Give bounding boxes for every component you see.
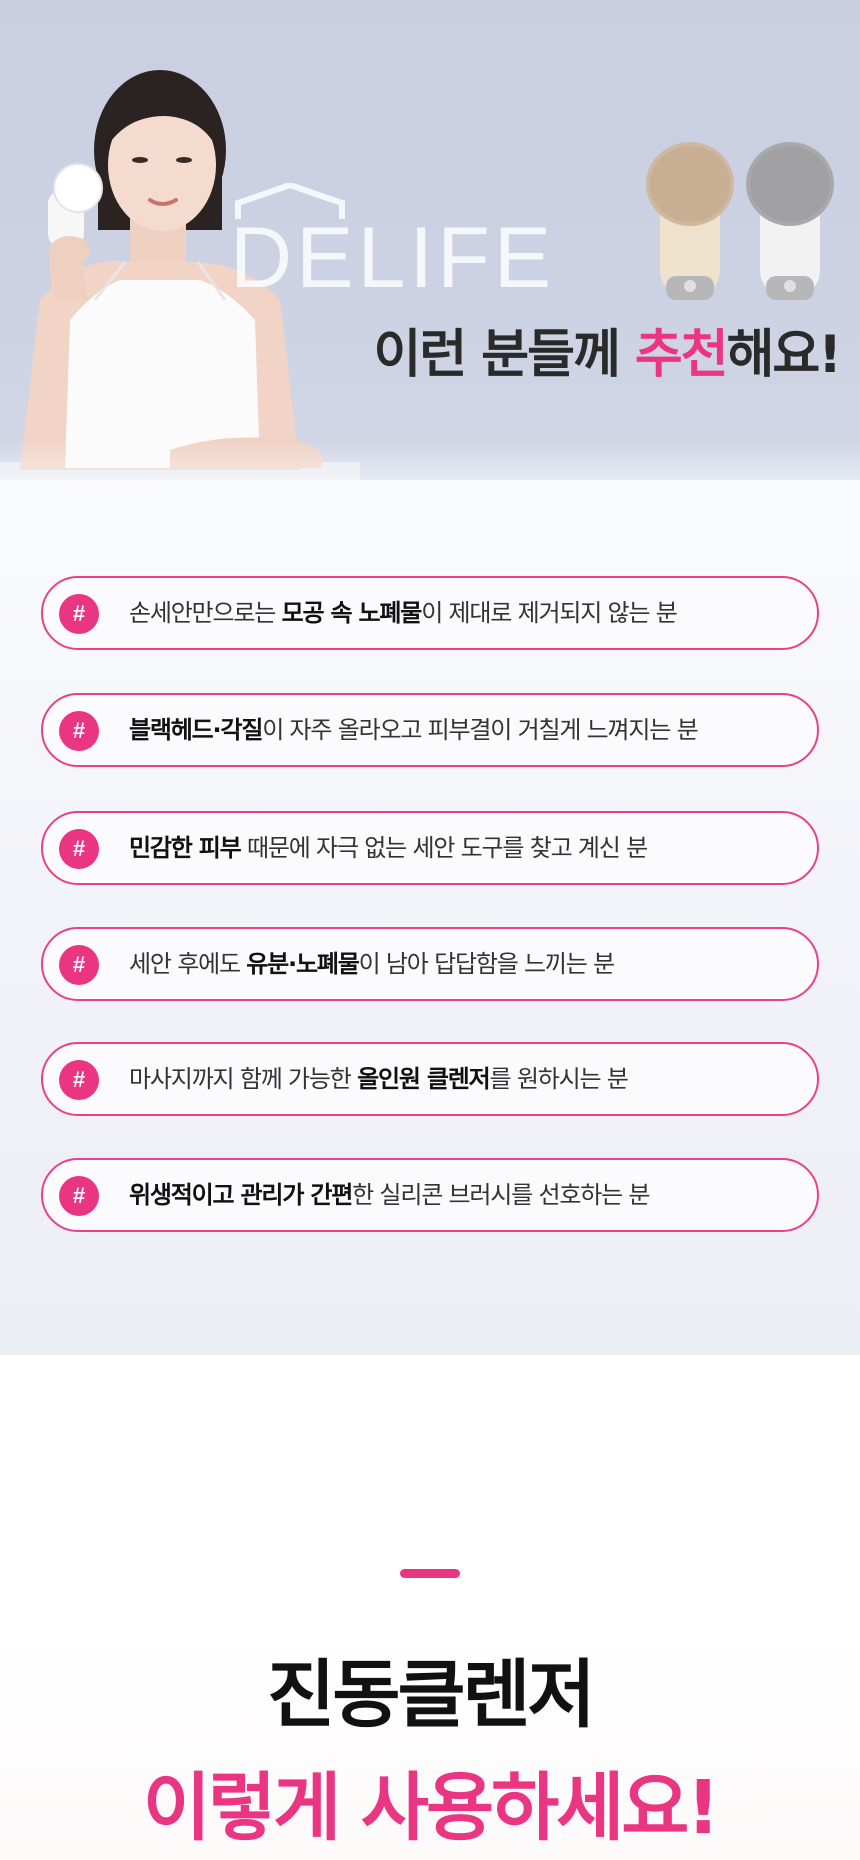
hash-icon: # xyxy=(59,1060,99,1100)
hero-headline: 이런 분들께 추천해요! xyxy=(300,312,842,387)
hero-fade xyxy=(0,440,860,520)
hash-icon: # xyxy=(59,945,99,985)
hash-icon: # xyxy=(59,829,99,869)
list-item-text: 마사지까지 함께 가능한 올인원 클렌저를 원하시는 분 xyxy=(129,1065,629,1093)
list-item-text: 민감한 피부 때문에 자극 없는 세안 도구를 찾고 계신 분 xyxy=(129,834,648,862)
headline-part-1: 이런 분들께 xyxy=(373,325,635,385)
hash-icon: # xyxy=(59,711,99,751)
headline-accent: 추천 xyxy=(634,325,729,385)
hash-icon: # xyxy=(59,594,99,634)
brand-logo-text: DELIFE xyxy=(230,210,556,306)
headline-part-2: 해요! xyxy=(726,325,842,385)
hero-banner: DELIFE 이런 분들께 추천해요! xyxy=(0,0,860,480)
list-item: # 세안 후에도 유분·노폐물이 남아 답답함을 느끼는 분 xyxy=(41,927,819,1001)
list-item: # 민감한 피부 때문에 자극 없는 세안 도구를 찾고 계신 분 xyxy=(41,811,819,885)
brand-logo: DELIFE xyxy=(230,183,556,306)
list-item: # 블랙헤드·각질이 자주 올라오고 피부결이 거칠게 느껴지는 분 xyxy=(41,693,819,767)
hash-icon: # xyxy=(59,1176,99,1216)
list-item-text: 손세안만으로는 모공 속 노폐물이 제대로 제거되지 않는 분 xyxy=(129,599,678,627)
section-divider-dash xyxy=(400,1569,460,1578)
list-item: # 손세안만으로는 모공 속 노폐물이 제대로 제거되지 않는 분 xyxy=(41,576,819,650)
usage-title: 진동클렌저 xyxy=(267,1652,595,1738)
list-item-text: 블랙헤드·각질이 자주 올라오고 피부결이 거칠게 느껴지는 분 xyxy=(129,716,699,744)
list-item-text: 위생적이고 관리가 간편한 실리콘 브러시를 선호하는 분 xyxy=(129,1181,650,1209)
usage-subtitle: 이렇게 사용하세요! xyxy=(142,1765,720,1851)
list-item-text: 세안 후에도 유분·노폐물이 남아 답답함을 느끼는 분 xyxy=(129,950,615,978)
list-item: # 위생적이고 관리가 간편한 실리콘 브러시를 선호하는 분 xyxy=(41,1158,819,1232)
list-item: # 마사지까지 함께 가능한 올인원 클렌저를 원하시는 분 xyxy=(41,1042,819,1116)
gray-cleanser-device xyxy=(746,142,834,300)
beige-cleanser-device xyxy=(646,142,734,300)
